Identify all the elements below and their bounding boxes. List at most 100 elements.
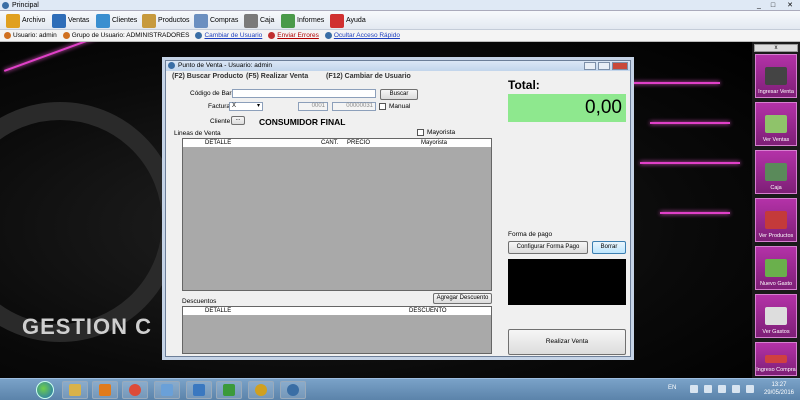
column-detalle[interactable]: DETALLE bbox=[205, 140, 231, 146]
register-icon bbox=[244, 13, 258, 28]
close-button[interactable]: ✕ bbox=[782, 1, 798, 10]
column-precio[interactable]: PRECIO bbox=[347, 140, 370, 146]
change-user-link[interactable]: Cambiar de Usuario bbox=[204, 32, 262, 39]
products-icon bbox=[142, 13, 156, 28]
search-button[interactable]: Buscar bbox=[380, 89, 418, 100]
dock-ingresar-venta[interactable]: Ingresar Venta bbox=[755, 54, 797, 98]
manual-checkbox[interactable] bbox=[379, 103, 386, 110]
dock-caja[interactable]: Caja bbox=[755, 150, 797, 194]
maximize-button[interactable]: □ bbox=[766, 1, 780, 10]
taskbar-chrome[interactable] bbox=[122, 381, 148, 399]
dock-ver-ventas[interactable]: Ver Ventas bbox=[755, 102, 797, 146]
media-player-icon bbox=[99, 384, 111, 396]
column-cantidad[interactable]: CANT. bbox=[321, 140, 338, 146]
menu-label: Compras bbox=[210, 17, 239, 24]
sale-lines-label: Lineas de Venta bbox=[174, 130, 221, 137]
menu-clientes[interactable]: Clientes bbox=[96, 13, 137, 28]
menu-informes[interactable]: Informes bbox=[281, 13, 324, 28]
menu-compras[interactable]: Compras bbox=[194, 13, 238, 28]
taskbar-app[interactable] bbox=[154, 381, 180, 399]
hotkey-sale-hint: (F5) Realizar Venta bbox=[246, 73, 309, 80]
battery-icon[interactable] bbox=[746, 385, 754, 393]
wholesale-checkbox[interactable] bbox=[417, 129, 424, 136]
discounts-grid[interactable]: DETALLE DESCUENTO bbox=[182, 306, 492, 354]
money-icon bbox=[765, 115, 787, 133]
menu-label: Caja bbox=[260, 17, 275, 24]
invoice-type-select[interactable]: X ▾ bbox=[229, 102, 263, 111]
clear-button[interactable]: Borrar bbox=[592, 241, 626, 254]
dock-close-button[interactable]: x bbox=[754, 44, 798, 52]
hotkey-search-hint: (F2) Buscar Producto bbox=[172, 73, 244, 80]
network-icon[interactable] bbox=[718, 385, 726, 393]
menu-caja[interactable]: Caja bbox=[244, 13, 274, 28]
menu-ayuda[interactable]: Ayuda bbox=[330, 13, 366, 28]
total-label: Total: bbox=[508, 78, 540, 92]
folder-icon bbox=[6, 13, 20, 28]
tray-icon[interactable] bbox=[704, 385, 712, 393]
pos-close-button[interactable] bbox=[612, 62, 628, 70]
discounts-header: DETALLE DESCUENTO bbox=[183, 307, 491, 316]
pos-titlebar: Punto de Venta - Usuario: admin bbox=[166, 61, 630, 71]
app-icon bbox=[287, 384, 299, 396]
menu-label: Ayuda bbox=[346, 17, 366, 24]
dock-nuevo-gasto[interactable]: Nuevo Gasto bbox=[755, 246, 797, 290]
cash-icon bbox=[765, 259, 787, 277]
folder-icon bbox=[69, 384, 81, 396]
brand-text: GESTION C bbox=[22, 314, 153, 339]
menu-bar: Archivo Ventas Clientes Productos Compra… bbox=[0, 11, 800, 30]
column-mayorista[interactable]: Mayorista bbox=[421, 140, 447, 146]
pos-terminal-icon bbox=[765, 67, 787, 85]
add-discount-button[interactable]: Agregar Descuento bbox=[433, 293, 492, 304]
finish-sale-button[interactable]: Realizar Venta bbox=[508, 329, 626, 355]
taskbar-app2[interactable] bbox=[248, 381, 274, 399]
column-descuento[interactable]: DESCUENTO bbox=[409, 308, 447, 314]
menu-label: Clientes bbox=[112, 17, 138, 24]
barcode-input[interactable] bbox=[232, 89, 376, 98]
invoice-type-value: X bbox=[232, 103, 237, 109]
menu-productos[interactable]: Productos bbox=[142, 13, 190, 28]
menu-ventas[interactable]: Ventas bbox=[52, 13, 89, 28]
menu-archivo[interactable]: Archivo bbox=[6, 13, 45, 28]
app-icon bbox=[2, 2, 9, 9]
dock-label: Ver Gastos bbox=[762, 329, 790, 335]
hide-quick-access-link[interactable]: Ocultar Acceso Rápido bbox=[334, 32, 400, 39]
dock-ingreso-compra[interactable]: Ingreso Compra bbox=[755, 342, 797, 376]
start-button[interactable] bbox=[36, 381, 54, 399]
taskbar-media[interactable] bbox=[92, 381, 118, 399]
clock[interactable]: 13:27 29/05/2016 bbox=[764, 381, 794, 397]
send-errors-link[interactable]: Enviar Errores bbox=[277, 32, 319, 39]
clients-icon bbox=[96, 13, 110, 28]
dock-label: Ver Productos bbox=[758, 233, 794, 239]
volume-icon[interactable] bbox=[732, 385, 740, 393]
app-icon bbox=[161, 384, 173, 396]
dock-ver-gastos[interactable]: Ver Gastos bbox=[755, 294, 797, 338]
tray-icon[interactable] bbox=[690, 385, 698, 393]
app-icon bbox=[255, 384, 267, 396]
client-select-button[interactable]: ... bbox=[231, 116, 245, 125]
pos-maximize-button[interactable] bbox=[598, 62, 610, 70]
configure-payment-button[interactable]: Configurar Forma Pago bbox=[508, 241, 588, 254]
invoice-series-field[interactable]: 0001 bbox=[298, 102, 328, 111]
sale-lines-grid[interactable]: DETALLE CANT. PRECIO Mayorista bbox=[182, 138, 492, 291]
language-indicator[interactable]: EN bbox=[668, 385, 676, 391]
dock-ver-productos[interactable]: Ver Productos bbox=[755, 198, 797, 242]
taskbar-explorer[interactable] bbox=[62, 381, 88, 399]
pos-dialog: Punto de Venta - Usuario: admin (F2) Bus… bbox=[165, 60, 631, 357]
taskbar-pos-app[interactable] bbox=[280, 381, 306, 399]
app-title: Principal bbox=[12, 2, 39, 9]
manual-label: Manual bbox=[389, 103, 411, 110]
pos-minimize-button[interactable] bbox=[584, 62, 596, 70]
dock-label: Nuevo Gasto bbox=[759, 281, 793, 287]
chrome-icon bbox=[129, 384, 141, 396]
column-detalle[interactable]: DETALLE bbox=[205, 308, 231, 314]
hide-quick-icon bbox=[324, 32, 332, 39]
minimize-button[interactable]: _ bbox=[752, 1, 766, 10]
app-titlebar: Principal _ □ ✕ bbox=[0, 0, 800, 11]
sales-icon bbox=[52, 13, 66, 28]
invoice-number-field[interactable]: 00000031 bbox=[332, 102, 376, 111]
user-bar: Usuario: admin Grupo de Usuario: ADMINIS… bbox=[0, 30, 800, 42]
taskbar-excel[interactable] bbox=[216, 381, 242, 399]
hotkey-user-hint: (F12) Cambiar de Usuario bbox=[326, 73, 411, 80]
taskbar-visual-studio[interactable] bbox=[186, 381, 212, 399]
payment-method-label: Forma de pago bbox=[508, 231, 553, 238]
